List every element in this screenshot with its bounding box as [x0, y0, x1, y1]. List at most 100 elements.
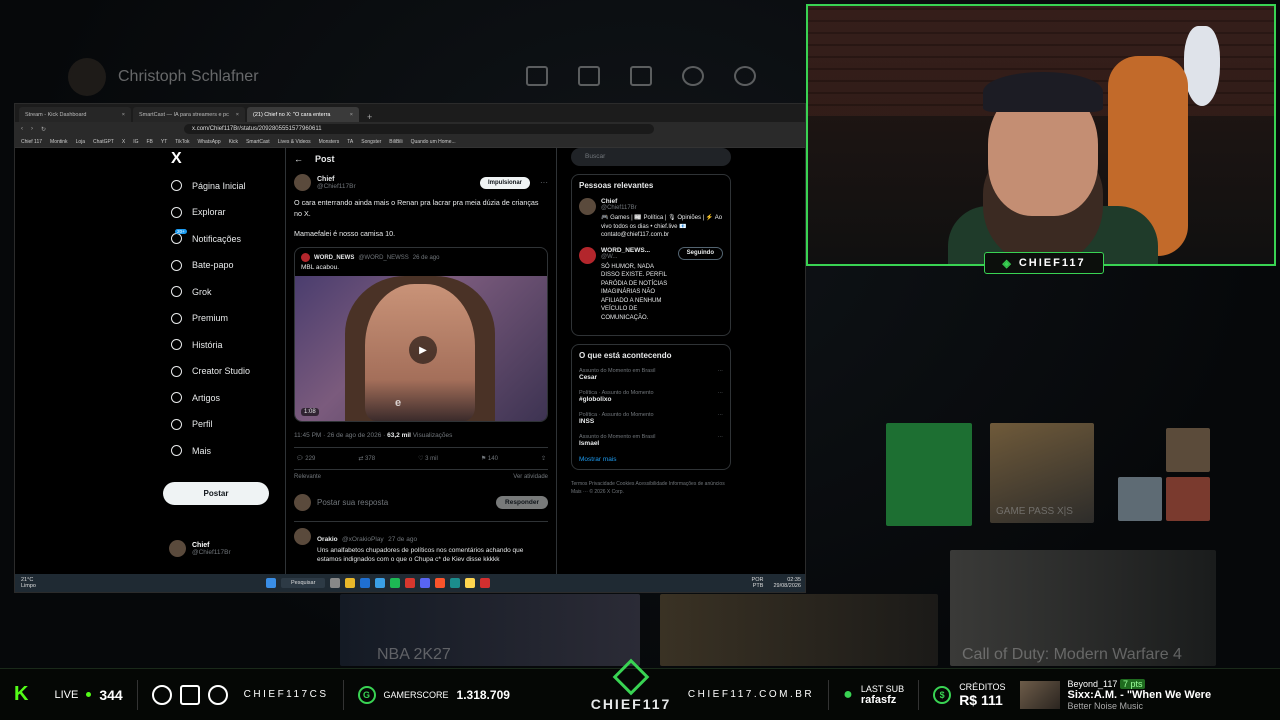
bookmark-item[interactable]: X: [122, 139, 125, 145]
app-icon[interactable]: [375, 578, 386, 588]
bookmark-item[interactable]: Kick: [229, 139, 238, 145]
nav-item-mais[interactable]: Mais: [171, 445, 211, 456]
more-options-icon[interactable]: ···: [718, 390, 724, 403]
more-options-icon[interactable]: ···: [718, 434, 724, 447]
person-item[interactable]: Chief @Chief117Br 🎮 Games | 📰 Política |…: [579, 198, 723, 240]
bookmark-item[interactable]: Quando um Home...: [411, 139, 456, 145]
app-icon[interactable]: [480, 578, 491, 588]
bookmark-item[interactable]: Monsters: [319, 139, 340, 145]
like-action[interactable]: ♡ 3 mil: [418, 455, 438, 462]
app-icon[interactable]: [390, 578, 401, 588]
bookmark-item[interactable]: SmartCast: [246, 139, 270, 145]
app-icon[interactable]: [405, 578, 416, 588]
nav-item-notifica-es[interactable]: Notificações 20+: [171, 229, 241, 244]
more-options-icon[interactable]: ···: [718, 412, 724, 425]
video-player[interactable]: e ▶ 1:08: [295, 276, 547, 421]
reply-input[interactable]: Postar sua resposta: [317, 498, 490, 507]
app-icon[interactable]: [435, 578, 446, 588]
bookmark-item[interactable]: Chief 117: [21, 139, 42, 145]
following-button[interactable]: Seguindo: [677, 246, 723, 260]
x-logo[interactable]: X: [171, 150, 182, 168]
avatar[interactable]: [294, 528, 311, 545]
last-sub-value: rafasfz: [860, 693, 897, 706]
tab-smartcast[interactable]: SmartCast — IA para streamers e pc ×: [133, 107, 245, 122]
app-icon[interactable]: [450, 578, 461, 588]
back-arrow-icon[interactable]: ←: [294, 154, 303, 164]
comment-author[interactable]: Orakio: [317, 536, 338, 543]
bookmark-item[interactable]: FB: [146, 139, 152, 145]
nav-item-artigos[interactable]: Artigos: [171, 392, 220, 403]
play-icon[interactable]: ▶: [409, 336, 437, 364]
app-icon[interactable]: [420, 578, 431, 588]
nav-item-hist-ria[interactable]: História: [171, 339, 223, 350]
search-input[interactable]: Buscar: [571, 148, 731, 166]
nav-item-creator-studio[interactable]: Creator Studio: [171, 365, 250, 377]
weather-widget[interactable]: 21°C Limpo: [21, 577, 36, 589]
sort-dropdown[interactable]: Relevante: [294, 474, 321, 480]
start-icon[interactable]: [265, 578, 276, 588]
nav-item-perfil[interactable]: Perfil: [171, 418, 213, 430]
trend-name: Ismael: [579, 440, 600, 447]
app-icon[interactable]: [360, 578, 371, 588]
quoted-post[interactable]: WORD_NEWS @WORD_NEWSS 26 de ago MBL acab…: [294, 247, 548, 422]
nav-item-premium[interactable]: Premium: [171, 312, 228, 324]
bookmark-item[interactable]: TikTok: [175, 139, 189, 145]
bookmark-item[interactable]: Loja: [76, 139, 85, 145]
reply-button[interactable]: Responder: [496, 496, 548, 509]
app-icon[interactable]: [345, 578, 356, 588]
close-icon[interactable]: ×: [122, 112, 125, 118]
trend-item[interactable]: Política · Assunto do Momento INSS ···: [579, 412, 723, 425]
close-icon[interactable]: ×: [350, 112, 353, 118]
nav-label: Grok: [192, 286, 212, 297]
post-button[interactable]: Postar: [163, 482, 269, 505]
bookmark-item[interactable]: YT: [161, 139, 167, 145]
reload-icon[interactable]: ↻: [41, 126, 46, 133]
tab-strip: Stream - Kick Dashboard × SmartCast — IA …: [15, 104, 805, 122]
tab-kick-dashboard[interactable]: Stream - Kick Dashboard ×: [19, 107, 131, 122]
reply-action[interactable]: 💬︎ 229: [296, 455, 315, 462]
app-icon[interactable]: [330, 578, 341, 588]
avatar[interactable]: [294, 174, 311, 191]
view-activity-link[interactable]: Ver atividade: [513, 474, 548, 480]
bookmark-item[interactable]: ChatGPT: [93, 139, 114, 145]
trend-item[interactable]: Assunto do Momento em Brasil Ismael ···: [579, 434, 723, 447]
app-icon[interactable]: [465, 578, 476, 588]
account-switcher[interactable]: Chief @Chief117Br: [169, 540, 231, 557]
nav-item-p-gina-inicial[interactable]: Página Inicial: [171, 180, 246, 191]
trend-item[interactable]: Assunto do Momento em Brasil Cesar ···: [579, 368, 723, 381]
show-more-link[interactable]: Mostrar mais: [579, 456, 723, 463]
url-input[interactable]: x.com/Chief117Br/status/2092805551577960…: [184, 124, 655, 134]
trend-item[interactable]: Política · Assunto do Momento #globolixo ·…: [579, 390, 723, 403]
nav-item-bate-papo[interactable]: Bate-papo: [171, 259, 234, 271]
boost-button[interactable]: Impulsionar: [479, 176, 530, 189]
taskbar-search[interactable]: Pesquisar: [280, 578, 326, 588]
bookmark-item[interactable]: Songster: [361, 139, 381, 145]
last-sub-label: LAST SUB: [860, 683, 905, 694]
more-options-icon[interactable]: ···: [540, 178, 548, 187]
person-item[interactable]: WORD_NEWS... @W... SÓ HUMOR, NADA DISSO …: [579, 246, 723, 323]
forward-icon[interactable]: ›: [31, 126, 33, 132]
bookmark-item[interactable]: IG: [133, 139, 138, 145]
language[interactable]: POR PTB: [747, 577, 764, 589]
share-icon[interactable]: ⇪: [541, 455, 546, 462]
card-title: Pessoas relevantes: [579, 181, 654, 190]
footer-links[interactable]: Termos Privacidade Cookies Acessibilidad…: [571, 480, 731, 496]
repost-action[interactable]: ⇄ 378: [358, 455, 375, 462]
tab-x-post[interactable]: (21) Chief no X: "O cara enterra ×: [247, 107, 359, 122]
bookmark-item[interactable]: Montink: [50, 139, 68, 145]
back-icon[interactable]: ‹: [21, 126, 23, 132]
author-handle[interactable]: @Chief117Br: [317, 183, 356, 190]
bookmark-item[interactable]: TA: [347, 139, 353, 145]
more-options-icon[interactable]: ···: [718, 368, 724, 381]
system-tray[interactable]: POR PTB 02:35 29/08/2026: [747, 577, 801, 589]
nav-item-explorar[interactable]: Explorar: [171, 206, 226, 218]
bookmark-item[interactable]: BiliBili: [389, 139, 402, 145]
comment[interactable]: Orakio @xOrakioPlay 27 de ago Uns analfa…: [294, 522, 548, 564]
new-tab-icon[interactable]: +: [361, 112, 378, 122]
author-name[interactable]: Chief: [317, 176, 356, 183]
nav-item-grok[interactable]: Grok: [171, 286, 212, 297]
bookmark-item[interactable]: Lives & Videos: [278, 139, 311, 145]
close-icon[interactable]: ×: [236, 112, 239, 118]
bookmark-action[interactable]: ⚑ 140: [481, 455, 498, 462]
bookmark-item[interactable]: WhatsApp: [198, 139, 221, 145]
